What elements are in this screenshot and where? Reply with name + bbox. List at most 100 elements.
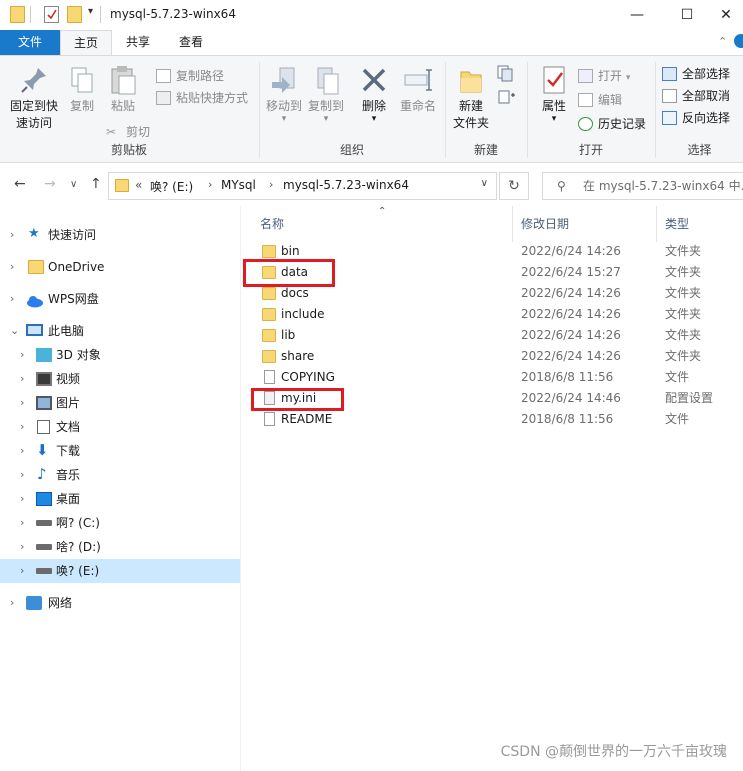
move-to-button[interactable]: 移动到 ▾ (264, 64, 304, 124)
nav-item-3d-objects[interactable]: › 3D 对象 (0, 343, 240, 367)
paste-button[interactable]: 粘贴 (102, 64, 144, 115)
properties-button[interactable]: 属性 ▾ (534, 64, 574, 124)
chevron-right-icon[interactable]: › (10, 223, 14, 247)
copy-button[interactable]: 复制 (64, 64, 100, 115)
address-bar[interactable]: « 唤? (E:) › MYsql › mysql-5.7.23-winx64 … (108, 172, 497, 200)
divider (30, 6, 31, 23)
file-row-lib[interactable]: lib 2022/6/24 14:26 文件夹 (242, 325, 743, 346)
chevron-right-icon[interactable]: › (10, 255, 14, 279)
pin-quick-access-button[interactable]: 固定到快 速访问 (6, 64, 62, 132)
nav-item-drive-c[interactable]: › 啊? (C:) (0, 511, 240, 535)
breadcrumb-drive[interactable]: 唤? (E:) (150, 178, 193, 195)
nav-item-pictures[interactable]: › 图片 (0, 391, 240, 415)
copy-to-button[interactable]: 复制到 ▾ (306, 64, 346, 124)
chevron-right-icon[interactable]: › (20, 559, 24, 583)
edit-button[interactable]: 编辑 (578, 90, 622, 110)
address-dropdown-icon[interactable]: ∨ (481, 178, 488, 189)
breadcrumb-separator-icon[interactable]: › (208, 178, 212, 191)
search-input[interactable]: ⚲ 在 mysql-5.7.23-winx64 中... (542, 172, 743, 200)
chevron-right-icon[interactable]: › (20, 367, 24, 391)
chevron-right-icon[interactable]: › (10, 287, 14, 311)
file-row-copying[interactable]: COPYING 2018/6/8 11:56 文件 (242, 367, 743, 388)
file-row-readme[interactable]: README 2018/6/8 11:56 文件 (242, 409, 743, 430)
back-icon[interactable]: ← (14, 176, 26, 192)
maximize-button[interactable]: ☐ (664, 0, 710, 30)
breadcrumb-overflow[interactable]: « (135, 178, 142, 192)
nav-item-network[interactable]: › 网络 (0, 591, 240, 615)
cut-button[interactable]: ✂ 剪切 (106, 122, 150, 142)
paste-shortcut-button[interactable]: 粘贴快捷方式 (156, 88, 248, 108)
chevron-right-icon[interactable]: › (20, 415, 24, 439)
history-label: 历史记录 (598, 117, 647, 131)
nav-item-drive-d[interactable]: › 啥? (D:) (0, 535, 240, 559)
chevron-right-icon[interactable]: › (20, 463, 24, 487)
minimize-button[interactable]: — (614, 0, 660, 30)
tab-view[interactable]: 查看 (166, 30, 216, 55)
nav-item-this-pc[interactable]: ⌄ 此电脑 (0, 319, 240, 343)
column-divider[interactable] (656, 206, 657, 242)
nav-item-music[interactable]: › ♪ 音乐 (0, 463, 240, 487)
history-button[interactable]: 历史记录 (578, 114, 646, 134)
open-button[interactable]: 打开 ▾ (578, 66, 630, 86)
nav-label: 啥? (D:) (56, 540, 101, 554)
copy-path-button[interactable]: 复制路径 (156, 66, 224, 86)
nav-item-desktop[interactable]: › 桌面 (0, 487, 240, 511)
select-group: 全部选择 全部取消 反向选择 选择 (656, 60, 743, 160)
nav-item-downloads[interactable]: › ⬇ 下载 (0, 439, 240, 463)
new-item-icon[interactable] (496, 64, 518, 82)
collapse-ribbon-icon[interactable]: ⌃ (718, 35, 727, 48)
up-icon[interactable]: ↑ (90, 176, 102, 192)
nav-item-videos[interactable]: › 视频 (0, 367, 240, 391)
properties-quick-icon[interactable] (44, 6, 59, 23)
nav-item-quick-access[interactable]: › ★ 快速访问 (0, 223, 240, 247)
rename-button[interactable]: 重命名 (396, 64, 440, 115)
nav-item-documents[interactable]: › 文档 (0, 415, 240, 439)
delete-button[interactable]: 删除 ▾ (356, 64, 392, 124)
nav-item-wps[interactable]: › WPS网盘 (0, 287, 240, 311)
customize-quick-access-icon[interactable]: ▾ (88, 6, 93, 17)
nav-label: 3D 对象 (56, 348, 101, 362)
close-button[interactable]: ✕ (709, 0, 743, 30)
tab-share[interactable]: 共享 (114, 30, 162, 55)
recent-locations-icon[interactable]: ∨ (70, 179, 77, 190)
pane-divider[interactable] (240, 206, 241, 771)
chevron-right-icon[interactable]: › (20, 439, 24, 463)
file-date: 2018/6/8 11:56 (521, 412, 614, 426)
breadcrumb-separator-icon[interactable]: › (269, 178, 273, 191)
network-icon (26, 596, 42, 610)
file-type: 文件夹 (665, 349, 702, 363)
easy-access-icon[interactable] (496, 88, 518, 106)
file-row-include[interactable]: include 2022/6/24 14:26 文件夹 (242, 304, 743, 325)
nav-item-onedrive[interactable]: › OneDrive (0, 255, 240, 279)
breadcrumb-current[interactable]: mysql-5.7.23-winx64 (283, 178, 409, 192)
breadcrumb-mysql[interactable]: MYsql (221, 178, 256, 192)
select-none-button[interactable]: 全部取消 (662, 86, 730, 106)
refresh-button[interactable]: ↻ (499, 172, 529, 200)
chevron-right-icon[interactable]: › (20, 511, 24, 535)
file-row-share[interactable]: share 2022/6/24 14:26 文件夹 (242, 346, 743, 367)
invert-selection-button[interactable]: 反向选择 (662, 108, 730, 128)
desktop-icon (36, 492, 52, 506)
chevron-right-icon[interactable]: › (20, 343, 24, 367)
chevron-right-icon[interactable]: › (20, 535, 24, 559)
help-icon[interactable] (734, 34, 743, 48)
column-divider[interactable] (512, 206, 513, 242)
select-all-button[interactable]: 全部选择 (662, 64, 730, 84)
column-header-name[interactable]: 名称 (260, 212, 284, 236)
nav-item-drive-e[interactable]: › 唤? (E:) (0, 559, 240, 583)
title-bar: ▾ mysql-5.7.23-winx64 — ☐ ✕ (0, 0, 743, 30)
chevron-down-icon[interactable]: ⌄ (10, 319, 19, 343)
forward-icon[interactable]: → (44, 176, 56, 192)
new-folder-quick-icon[interactable] (67, 6, 82, 23)
document-icon (37, 420, 50, 434)
column-header-type[interactable]: 类型 (665, 212, 689, 236)
chevron-right-icon[interactable]: › (20, 487, 24, 511)
open-group: 属性 ▾ 打开 ▾ 编辑 历史记录 打开 (528, 60, 654, 160)
chevron-down-icon: ▾ (625, 73, 631, 83)
new-folder-button[interactable]: 新建 文件夹 (448, 64, 494, 132)
column-header-date[interactable]: 修改日期 (521, 212, 569, 236)
chevron-right-icon[interactable]: › (20, 391, 24, 415)
chevron-right-icon[interactable]: › (10, 591, 14, 615)
tab-home[interactable]: 主页 (60, 30, 112, 55)
tab-file[interactable]: 文件 (0, 30, 60, 55)
